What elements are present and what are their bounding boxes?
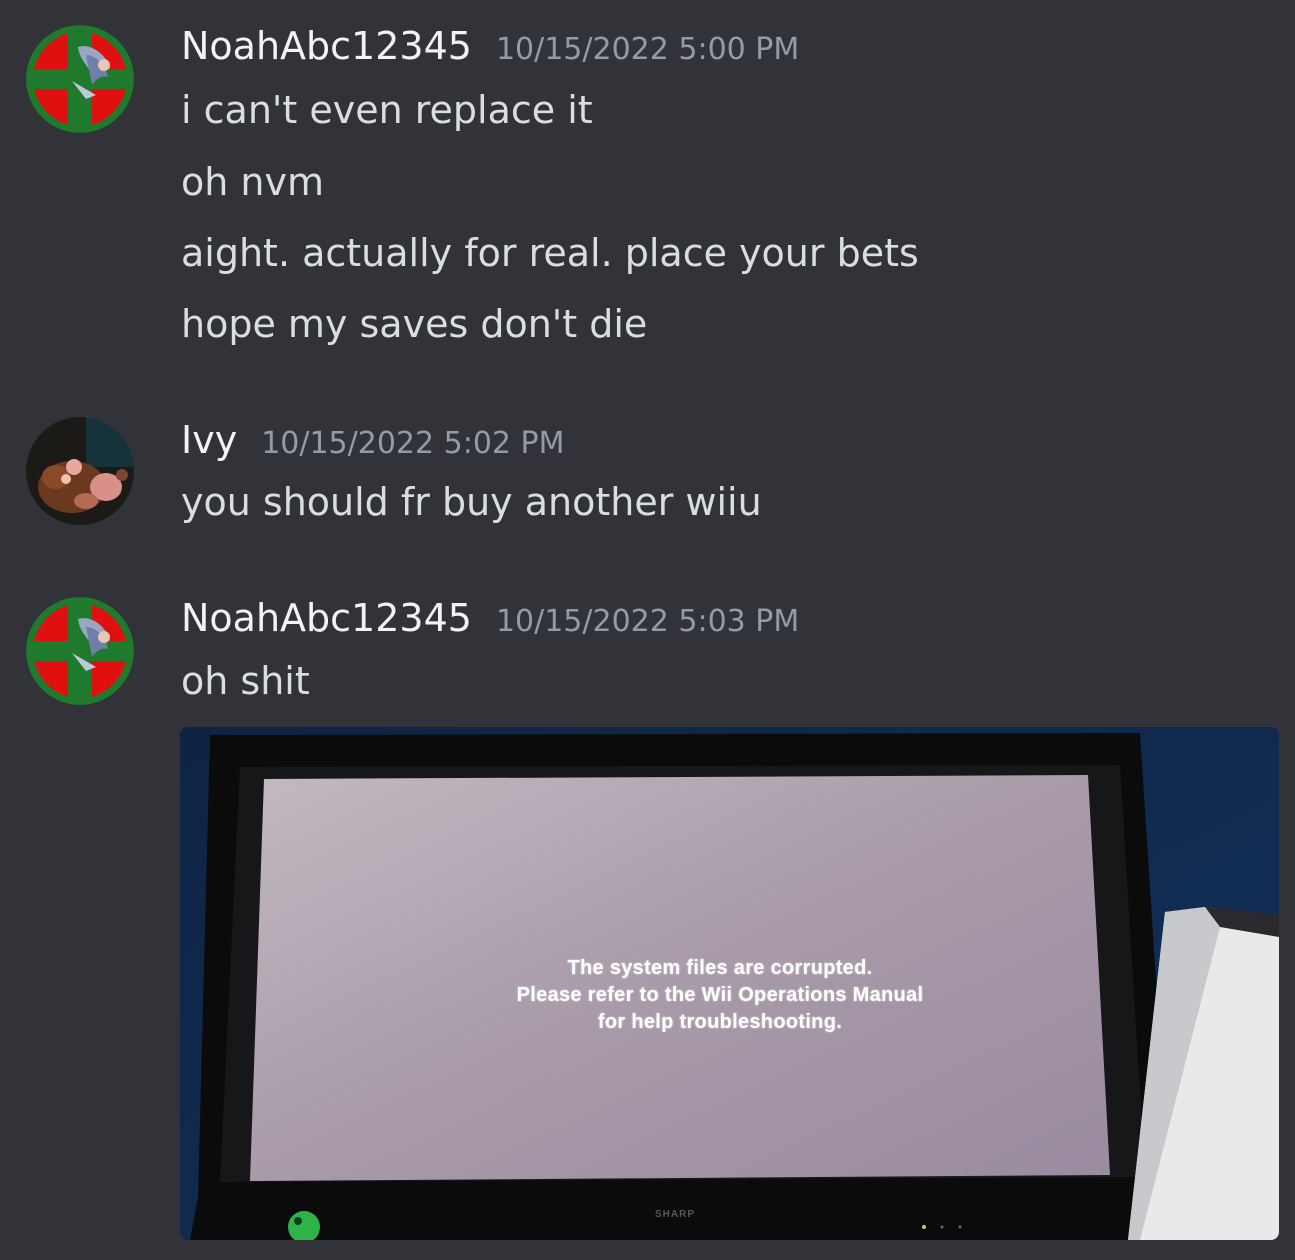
message-text: you should fr buy another wiiu [181, 480, 762, 524]
user-avatar[interactable] [26, 417, 134, 525]
user-avatar[interactable] [26, 25, 134, 133]
message-text: aight. actually for real. place your bet… [181, 231, 919, 275]
tv-error-message: The system files are corrupted. Please r… [440, 955, 1000, 1036]
timestamp: 10/15/2022 5:03 PM [495, 604, 800, 639]
image-attachment[interactable]: The system files are corrupted. Please r… [180, 727, 1279, 1240]
user-avatar[interactable] [26, 597, 134, 705]
tv-error-line: The system files are corrupted. [567, 957, 873, 979]
username[interactable]: NoahAbc12345 [181, 596, 472, 640]
tv-error-line: Please refer to the Wii Operations Manua… [516, 984, 924, 1006]
timestamp: 10/15/2022 5:02 PM [261, 426, 565, 461]
message-header: NoahAbc12345 10/15/2022 5:03 PM [181, 596, 799, 640]
message-text: oh shit [181, 659, 310, 703]
smash-ball-avatar-icon [26, 25, 134, 133]
username[interactable]: Ivy [181, 418, 237, 462]
tv-error-line: for help troubleshooting. [597, 1011, 843, 1033]
timestamp: 10/15/2022 5:00 PM [495, 32, 800, 67]
message-text: oh nvm [181, 160, 325, 204]
smash-ball-avatar-icon [26, 597, 134, 705]
message-header: NoahAbc12345 10/15/2022 5:00 PM [181, 24, 799, 68]
message-header: Ivy 10/15/2022 5:02 PM [181, 418, 565, 462]
chat-messages: NoahAbc12345 10/15/2022 5:00 PM i can't … [0, 0, 1295, 1260]
message-text: i can't even replace it [181, 88, 593, 132]
photo-avatar-icon [26, 417, 134, 525]
tv-brand-logo: SHARP [655, 1209, 696, 1220]
username[interactable]: NoahAbc12345 [181, 24, 472, 68]
message-text: hope my saves don't die [181, 302, 648, 346]
